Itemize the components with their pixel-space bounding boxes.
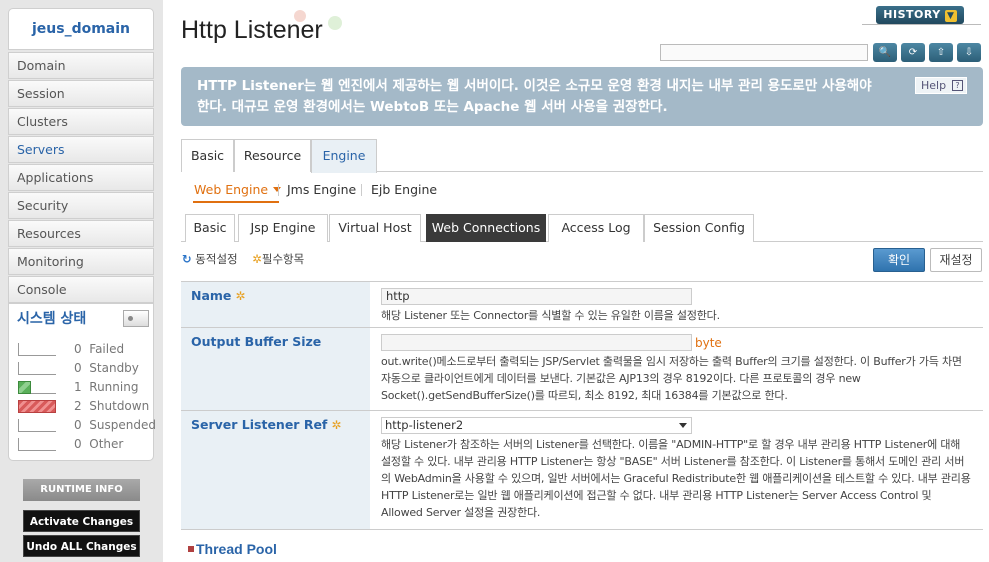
unit-label: byte bbox=[695, 335, 722, 350]
history-label: HISTORY bbox=[883, 8, 941, 21]
dynamic-setting-icon: ↻ bbox=[182, 252, 192, 266]
status-other: 0 Other bbox=[18, 437, 148, 453]
domain-name[interactable]: jeus_domain bbox=[8, 8, 154, 50]
xml-export-icon[interactable]: ⇧ bbox=[929, 43, 953, 62]
tab-basic[interactable]: Basic bbox=[181, 139, 234, 172]
subnav-jms-engine[interactable]: Jms Engine bbox=[287, 182, 356, 197]
status-bar bbox=[18, 400, 56, 413]
page-title: Http Listener bbox=[181, 16, 323, 44]
status-bar bbox=[18, 438, 56, 451]
search-icon[interactable]: 🔍 bbox=[873, 43, 897, 62]
system-status-panel: 시스템 상태 0 Failed 0 Standby 1 Running 2 Sh… bbox=[8, 303, 156, 461]
divider bbox=[361, 184, 362, 196]
form-row-name: Name ✲ http 해당 Listener 또는 Connector를 식별할… bbox=[181, 282, 983, 328]
field-description: 해당 Listener 또는 Connector를 식별할 수 있는 유일한 이… bbox=[381, 309, 720, 322]
server-listener-select[interactable]: http-listener2 bbox=[381, 417, 692, 434]
status-bar bbox=[18, 362, 56, 375]
tab-virtual-host[interactable]: Virtual Host bbox=[329, 214, 421, 242]
decoration-dot bbox=[328, 16, 342, 30]
field-label: Name ✲ bbox=[181, 282, 370, 327]
form-row-output-buffer: Output Buffer Size byte out.write()메소드로부… bbox=[181, 328, 983, 411]
active-underline bbox=[193, 201, 279, 203]
chevron-down-icon: ▼ bbox=[944, 10, 957, 22]
activate-changes-button[interactable]: Activate Changes bbox=[23, 510, 140, 532]
status-bar bbox=[18, 419, 56, 432]
tab-access-log[interactable]: Access Log bbox=[548, 214, 644, 242]
xml-import-icon[interactable]: ⇩ bbox=[957, 43, 981, 62]
field-label: Server Listener Ref ✲ bbox=[181, 411, 370, 529]
output-buffer-input[interactable] bbox=[381, 334, 692, 351]
tab-engine[interactable]: Engine bbox=[311, 139, 377, 173]
required-icon: ✲ bbox=[235, 289, 246, 303]
question-icon: ? bbox=[952, 80, 963, 91]
runtime-info-button[interactable]: RUNTIME INFO bbox=[23, 479, 140, 501]
info-banner: HTTP Listener는 웹 엔진에서 제공하는 웹 서버이다. 이것은 소… bbox=[181, 67, 983, 126]
sidebar-item-domain[interactable]: Domain bbox=[8, 52, 154, 79]
refresh-icon[interactable]: ⟳ bbox=[901, 43, 925, 62]
bullet-icon bbox=[188, 546, 194, 552]
tab-jsp-engine[interactable]: Jsp Engine bbox=[238, 214, 328, 242]
field-description: 해당 Listener가 참조하는 서버의 Listener를 선택한다. 이름… bbox=[381, 438, 971, 519]
sidebar-item-resources[interactable]: Resources bbox=[8, 220, 154, 247]
status-suspended: 0 Suspended bbox=[18, 418, 156, 434]
reset-button[interactable]: 재설정 bbox=[930, 248, 982, 272]
divider bbox=[278, 184, 279, 196]
status-failed: 0 Failed bbox=[18, 342, 148, 358]
sidebar-item-clusters[interactable]: Clusters bbox=[8, 108, 154, 135]
sidebar-nav: Domain Session Clusters Servers Applicat… bbox=[8, 52, 154, 304]
tab-basic-sub[interactable]: Basic bbox=[185, 214, 235, 242]
sidebar-item-monitoring[interactable]: Monitoring bbox=[8, 248, 154, 275]
thread-pool-section[interactable]: Thread Pool bbox=[188, 541, 277, 557]
tab-web-connections[interactable]: Web Connections bbox=[426, 214, 546, 242]
history-button[interactable]: HISTORY ▼ bbox=[876, 6, 964, 24]
web-engine-tabs: Basic Jsp Engine Virtual Host Web Connec… bbox=[181, 214, 983, 242]
legend-required: 필수항목 bbox=[261, 252, 305, 266]
ok-button[interactable]: 확인 bbox=[873, 248, 925, 272]
help-button[interactable]: Help? bbox=[915, 77, 967, 94]
form-row-server-listener: Server Listener Ref ✲ http-listener2 해당 L… bbox=[181, 411, 983, 530]
main-tabs: Basic Resource Engine bbox=[181, 139, 983, 173]
legend-dynamic: 동적설정 bbox=[195, 252, 238, 266]
subnav-web-engine[interactable]: Web Engine bbox=[194, 182, 282, 197]
undo-changes-button[interactable]: Undo ALL Changes bbox=[23, 535, 140, 557]
name-input[interactable]: http bbox=[381, 288, 692, 305]
system-status-title: 시스템 상태 bbox=[17, 311, 87, 327]
status-standby: 0 Standby bbox=[18, 361, 148, 377]
status-bar bbox=[18, 343, 56, 356]
required-icon: ✲ bbox=[252, 252, 262, 266]
status-shutdown: 2 Shutdown bbox=[18, 399, 149, 415]
subnav-ejb-engine[interactable]: Ejb Engine bbox=[371, 182, 437, 197]
settings-form: Name ✲ http 해당 Listener 또는 Connector를 식별할… bbox=[181, 281, 983, 530]
field-description: out.write()메소드로부터 출력되는 JSP/Servlet 출력물을 … bbox=[381, 355, 962, 402]
sidebar-item-session[interactable]: Session bbox=[8, 80, 154, 107]
monitor-icon[interactable] bbox=[123, 310, 149, 327]
dropdown-arrow-icon bbox=[679, 423, 687, 428]
status-bar bbox=[18, 381, 31, 394]
divider bbox=[862, 24, 981, 25]
sidebar-item-console[interactable]: Console bbox=[8, 276, 154, 303]
sidebar: jeus_domain Domain Session Clusters Serv… bbox=[0, 0, 163, 562]
banner-text: HTTP Listener는 웹 엔진에서 제공하는 웹 서버이다. 이것은 소… bbox=[197, 78, 872, 115]
sidebar-item-servers[interactable]: Servers bbox=[8, 136, 154, 163]
search-input[interactable] bbox=[660, 44, 868, 61]
sidebar-item-applications[interactable]: Applications bbox=[8, 164, 154, 191]
field-label: Output Buffer Size bbox=[181, 328, 370, 410]
tab-resource[interactable]: Resource bbox=[234, 139, 311, 172]
sidebar-item-security[interactable]: Security bbox=[8, 192, 154, 219]
status-running: 1 Running bbox=[18, 380, 148, 396]
required-icon: ✲ bbox=[331, 418, 342, 432]
tab-session-config[interactable]: Session Config bbox=[644, 214, 754, 242]
engine-subnav: Web Engine Jms Engine Ejb Engine bbox=[181, 172, 983, 208]
legend: ↻ 동적설정 ✲필수항목 bbox=[182, 251, 304, 267]
